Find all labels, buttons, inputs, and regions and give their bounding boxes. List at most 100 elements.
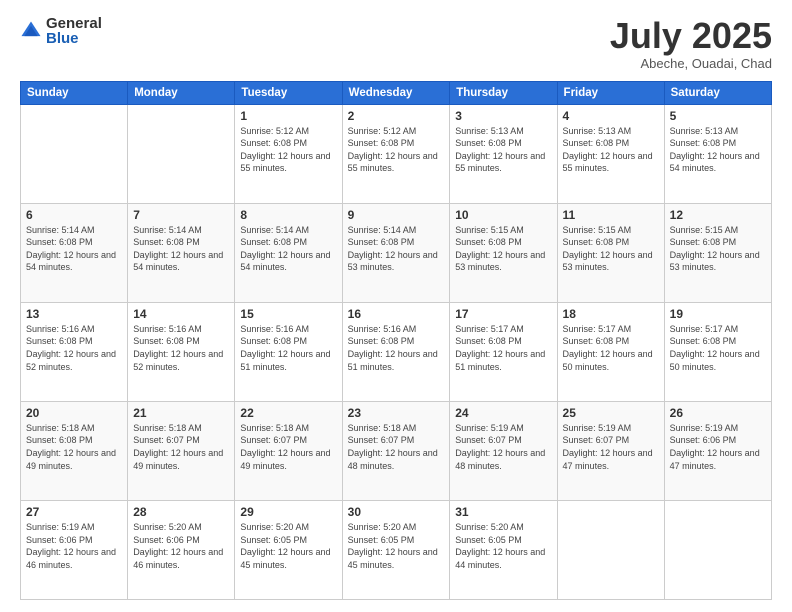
calendar-cell: 26 Sunrise: 5:19 AMSunset: 6:06 PMDayligh… [664,401,771,500]
day-number: 4 [563,109,659,123]
calendar-cell: 20 Sunrise: 5:18 AMSunset: 6:08 PMDayligh… [21,401,128,500]
day-number: 3 [455,109,551,123]
logo-general: General [46,16,102,31]
weekday-header-saturday: Saturday [664,81,771,104]
day-info: Sunrise: 5:14 AMSunset: 6:08 PMDaylight:… [26,224,122,274]
day-number: 27 [26,505,122,519]
day-info: Sunrise: 5:20 AMSunset: 6:05 PMDaylight:… [240,521,336,571]
day-info: Sunrise: 5:17 AMSunset: 6:08 PMDaylight:… [670,323,766,373]
day-number: 5 [670,109,766,123]
day-number: 26 [670,406,766,420]
calendar-cell: 5Sunrise: 5:13 AMSunset: 6:08 PMDaylight… [664,104,771,203]
day-info: Sunrise: 5:12 AMSunset: 6:08 PMDaylight:… [240,125,336,175]
month-title: July 2025 [610,16,772,56]
calendar-cell: 19 Sunrise: 5:17 AMSunset: 6:08 PMDayligh… [664,302,771,401]
day-info: Sunrise: 5:15 AMSunset: 6:08 PMDaylight:… [670,224,766,274]
day-info: Sunrise: 5:18 AMSunset: 6:07 PMDaylight:… [348,422,445,472]
day-info: Sunrise: 5:13 AMSunset: 6:08 PMDaylight:… [455,125,551,175]
calendar-cell [128,104,235,203]
calendar-cell: 6 Sunrise: 5:14 AMSunset: 6:08 PMDaylight… [21,203,128,302]
calendar-cell: 2Sunrise: 5:12 AMSunset: 6:08 PMDaylight… [342,104,450,203]
day-number: 9 [348,208,445,222]
day-info: Sunrise: 5:16 AMSunset: 6:08 PMDaylight:… [348,323,445,373]
calendar-cell: 28Sunrise: 5:20 AMSunset: 6:06 PMDayligh… [128,500,235,599]
day-number: 21 [133,406,229,420]
day-number: 17 [455,307,551,321]
calendar-week-3: 13 Sunrise: 5:16 AMSunset: 6:08 PMDayligh… [21,302,772,401]
calendar-cell: 13 Sunrise: 5:16 AMSunset: 6:08 PMDayligh… [21,302,128,401]
day-info: Sunrise: 5:15 AMSunset: 6:08 PMDaylight:… [455,224,551,274]
weekday-header-sunday: Sunday [21,81,128,104]
calendar-cell: 15 Sunrise: 5:16 AMSunset: 6:08 PMDayligh… [235,302,342,401]
calendar-cell: 30 Sunrise: 5:20 AMSunset: 6:05 PMDayligh… [342,500,450,599]
weekday-header-friday: Friday [557,81,664,104]
day-number: 2 [348,109,445,123]
calendar-cell: 29 Sunrise: 5:20 AMSunset: 6:05 PMDayligh… [235,500,342,599]
calendar-cell [664,500,771,599]
day-info: Sunrise: 5:19 AMSunset: 6:06 PMDaylight:… [670,422,766,472]
header: General Blue July 2025 Abeche, Ouadai, C… [20,16,772,71]
day-number: 31 [455,505,551,519]
calendar-cell: 10 Sunrise: 5:15 AMSunset: 6:08 PMDayligh… [450,203,557,302]
day-info: Sunrise: 5:16 AMSunset: 6:08 PMDaylight:… [26,323,122,373]
calendar-cell: 31 Sunrise: 5:20 AMSunset: 6:05 PMDayligh… [450,500,557,599]
day-info: Sunrise: 5:13 AMSunset: 6:08 PMDaylight:… [563,125,659,175]
day-info: Sunrise: 5:20 AMSunset: 6:05 PMDaylight:… [348,521,445,571]
day-number: 18 [563,307,659,321]
title-block: July 2025 Abeche, Ouadai, Chad [610,16,772,71]
calendar-cell: 21 Sunrise: 5:18 AMSunset: 6:07 PMDayligh… [128,401,235,500]
day-number: 10 [455,208,551,222]
day-info: Sunrise: 5:14 AMSunset: 6:08 PMDaylight:… [240,224,336,274]
day-number: 8 [240,208,336,222]
calendar-week-5: 27 Sunrise: 5:19 AMSunset: 6:06 PMDayligh… [21,500,772,599]
weekday-header-wednesday: Wednesday [342,81,450,104]
day-info: Sunrise: 5:19 AMSunset: 6:06 PMDaylight:… [26,521,122,571]
calendar-cell: 14 Sunrise: 5:16 AMSunset: 6:08 PMDayligh… [128,302,235,401]
day-number: 25 [563,406,659,420]
day-info: Sunrise: 5:15 AMSunset: 6:08 PMDaylight:… [563,224,659,274]
weekday-header-tuesday: Tuesday [235,81,342,104]
logo-blue: Blue [46,31,102,46]
day-number: 1 [240,109,336,123]
day-number: 29 [240,505,336,519]
calendar-cell: 8 Sunrise: 5:14 AMSunset: 6:08 PMDaylight… [235,203,342,302]
day-number: 15 [240,307,336,321]
calendar-week-4: 20 Sunrise: 5:18 AMSunset: 6:08 PMDayligh… [21,401,772,500]
day-info: Sunrise: 5:20 AMSunset: 6:05 PMDaylight:… [455,521,551,571]
day-number: 30 [348,505,445,519]
calendar-week-2: 6 Sunrise: 5:14 AMSunset: 6:08 PMDaylight… [21,203,772,302]
day-number: 6 [26,208,122,222]
calendar-cell: 17Sunrise: 5:17 AMSunset: 6:08 PMDayligh… [450,302,557,401]
calendar-cell: 25 Sunrise: 5:19 AMSunset: 6:07 PMDayligh… [557,401,664,500]
day-number: 16 [348,307,445,321]
day-number: 11 [563,208,659,222]
calendar-header: SundayMondayTuesdayWednesdayThursdayFrid… [21,81,772,104]
day-info: Sunrise: 5:16 AMSunset: 6:08 PMDaylight:… [133,323,229,373]
day-number: 22 [240,406,336,420]
day-number: 19 [670,307,766,321]
calendar-cell: 9 Sunrise: 5:14 AMSunset: 6:08 PMDaylight… [342,203,450,302]
day-number: 12 [670,208,766,222]
calendar-cell: 11 Sunrise: 5:15 AMSunset: 6:08 PMDayligh… [557,203,664,302]
page: General Blue July 2025 Abeche, Ouadai, C… [0,0,792,612]
day-info: Sunrise: 5:14 AMSunset: 6:08 PMDaylight:… [348,224,445,274]
day-number: 13 [26,307,122,321]
calendar-body: 1 Sunrise: 5:12 AMSunset: 6:08 PMDaylight… [21,104,772,599]
day-info: Sunrise: 5:18 AMSunset: 6:08 PMDaylight:… [26,422,122,472]
day-number: 20 [26,406,122,420]
calendar-cell: 27 Sunrise: 5:19 AMSunset: 6:06 PMDayligh… [21,500,128,599]
weekday-header-thursday: Thursday [450,81,557,104]
day-info: Sunrise: 5:18 AMSunset: 6:07 PMDaylight:… [133,422,229,472]
day-number: 14 [133,307,229,321]
day-info: Sunrise: 5:17 AMSunset: 6:08 PMDaylight:… [563,323,659,373]
day-number: 24 [455,406,551,420]
day-info: Sunrise: 5:19 AMSunset: 6:07 PMDaylight:… [455,422,551,472]
day-info: Sunrise: 5:20 AMSunset: 6:06 PMDaylight:… [133,521,229,571]
calendar-cell: 4 Sunrise: 5:13 AMSunset: 6:08 PMDaylight… [557,104,664,203]
calendar-cell: 3 Sunrise: 5:13 AMSunset: 6:08 PMDaylight… [450,104,557,203]
weekday-header-monday: Monday [128,81,235,104]
day-info: Sunrise: 5:19 AMSunset: 6:07 PMDaylight:… [563,422,659,472]
day-number: 23 [348,406,445,420]
day-info: Sunrise: 5:16 AMSunset: 6:08 PMDaylight:… [240,323,336,373]
calendar-cell: 18 Sunrise: 5:17 AMSunset: 6:08 PMDayligh… [557,302,664,401]
